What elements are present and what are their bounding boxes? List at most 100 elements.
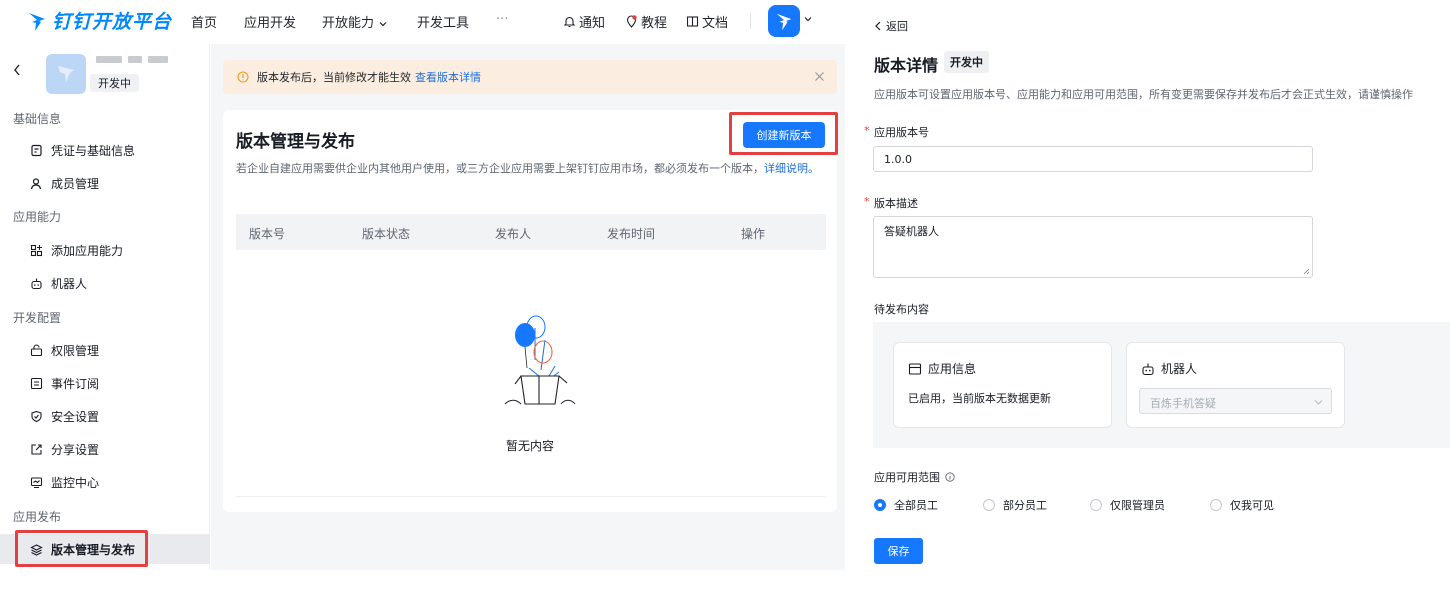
- radio-checked-icon: [874, 499, 886, 511]
- back-button[interactable]: 返回: [874, 18, 908, 34]
- sidebar-item-robot[interactable]: 机器人: [30, 275, 87, 292]
- nav-home[interactable]: 首页: [191, 12, 217, 31]
- logo[interactable]: 钉钉开放平台: [28, 7, 172, 34]
- chevron-left-icon: [875, 21, 881, 31]
- nav-open-capability[interactable]: 开放能力: [322, 12, 388, 31]
- event-icon: [30, 377, 43, 390]
- robot-select[interactable]: 百炼手机答疑: [1139, 388, 1332, 414]
- main-content: 版本发布后，当前修改才能生效 查看版本详情 版本管理与发布 创建新版本 若企业自…: [211, 44, 845, 570]
- notice-link[interactable]: 查看版本详情: [415, 69, 481, 85]
- user-avatar[interactable]: [768, 5, 800, 37]
- required-mark: *: [864, 124, 870, 137]
- dingtalk-avatar-icon: [776, 13, 792, 31]
- table-header: 版本号 版本状态 发布人 发布时间 操作: [236, 214, 826, 250]
- sidebar-item-monitor[interactable]: 监控中心: [30, 474, 99, 491]
- robot-icon: [1142, 363, 1154, 375]
- column-header: 操作: [741, 227, 766, 241]
- robot-select-value: 百炼手机答疑: [1150, 397, 1216, 410]
- nav-docs-label: 文档: [702, 16, 729, 31]
- nav-open-capability-label: 开放能力: [322, 16, 375, 31]
- scope-option-label: 仅我可见: [1230, 499, 1274, 512]
- sidebar-item-member[interactable]: 成员管理: [30, 175, 99, 192]
- version-number-input[interactable]: 1.0.0: [873, 146, 1313, 172]
- nav-divider: [750, 13, 751, 29]
- empty-balloon-box-illustration: [504, 315, 576, 405]
- version-description-textarea[interactable]: 答疑机器人: [873, 216, 1313, 278]
- sidebar-item-label: 分享设置: [51, 443, 100, 457]
- monitor-icon: [30, 477, 43, 489]
- nav-tutorial[interactable]: 教程: [625, 12, 667, 31]
- scope-option-partial[interactable]: 部分员工: [983, 497, 1090, 513]
- save-button[interactable]: 保存: [874, 538, 923, 564]
- section-app-capability: 应用能力: [13, 210, 62, 224]
- scope-option-self[interactable]: 仅我可见: [1210, 497, 1274, 513]
- detail-description: 应用版本可设置应用版本号、应用能力和应用可用范围，所有变更需要保存并发布后才会正…: [874, 88, 1413, 101]
- top-navbar: 钉钉开放平台 首页 应用开发 开放能力 开发工具 ··· 通知 教程 文档: [0, 0, 845, 44]
- robot-icon: [31, 278, 42, 290]
- chevron-down-icon[interactable]: [803, 14, 813, 24]
- sidebar-item-add-capability[interactable]: 添加应用能力: [30, 242, 123, 259]
- sidebar-item-label: 监控中心: [51, 476, 100, 490]
- chevron-down-icon: [379, 21, 387, 26]
- shield-icon: [31, 410, 42, 423]
- scope-option-label: 全部员工: [894, 499, 938, 512]
- sidebar-item-label: 安全设置: [51, 410, 100, 424]
- radio-unchecked-icon: [983, 499, 995, 511]
- scope-option-all[interactable]: 全部员工: [874, 497, 983, 513]
- resize-grip-icon[interactable]: [1303, 268, 1310, 275]
- window-icon: [908, 362, 922, 375]
- card-title: 版本管理与发布: [236, 132, 355, 152]
- radio-unchecked-icon: [1090, 499, 1102, 511]
- scope-radio-group: 全部员工 部分员工 仅限管理员 仅我可见: [874, 497, 1274, 513]
- scope-option-label: 仅限管理员: [1110, 499, 1165, 512]
- dingtalk-logo-icon: [29, 12, 45, 31]
- column-header: 版本号: [249, 227, 286, 241]
- app-name-redacted: [96, 56, 168, 63]
- required-mark: *: [864, 195, 870, 208]
- nav-app-dev[interactable]: 应用开发: [244, 12, 296, 31]
- nav-notify[interactable]: 通知: [563, 12, 605, 31]
- version-description-value: 答疑机器人: [884, 225, 939, 238]
- member-icon: [30, 178, 42, 190]
- sidebar-item-label: 事件订阅: [51, 377, 100, 391]
- sidebar-item-credential[interactable]: 凭证与基础信息: [30, 142, 135, 159]
- card-description: 若企业自建应用需要供企业内其他用户使用，或三方企业应用需要上架钉钉应用市场，都必…: [236, 160, 828, 177]
- nav-tutorial-label: 教程: [641, 16, 668, 31]
- info-circle-icon[interactable]: [945, 472, 955, 482]
- nav-docs[interactable]: 文档: [686, 12, 728, 31]
- console-panel: 钉钉开放平台 首页 应用开发 开放能力 开发工具 ··· 通知 教程 文档 开发…: [0, 0, 845, 570]
- column-header: 发布时间: [607, 227, 656, 241]
- location-pin-icon: [626, 15, 637, 28]
- credential-icon: [31, 144, 42, 157]
- version-detail-panel: 返回 版本详情 开发中 应用版本可设置应用版本号、应用能力和应用可用范围，所有变…: [855, 0, 1450, 575]
- column-header: 发布人: [495, 227, 532, 241]
- grid-add-icon: [30, 244, 43, 257]
- pending-content-area: 应用信息 已启用，当前版本无数据更新 机器人 百炼手机答疑: [873, 322, 1450, 448]
- sidebar-item-permission[interactable]: 权限管理: [30, 342, 99, 359]
- section-dev-config: 开发配置: [13, 311, 62, 325]
- notice-banner: 版本发布后，当前修改才能生效 查看版本详情: [223, 60, 837, 94]
- chevron-down-icon: [1314, 400, 1323, 405]
- back-label: 返回: [886, 20, 908, 33]
- detail-status-badge: 开发中: [944, 51, 989, 73]
- section-basic-info: 基础信息: [13, 112, 62, 126]
- scope-option-admin[interactable]: 仅限管理员: [1090, 497, 1210, 513]
- version-number-label: 应用版本号: [874, 126, 929, 139]
- nav-notify-label: 通知: [579, 16, 606, 31]
- detail-title: 版本详情: [874, 56, 939, 75]
- share-icon: [31, 444, 42, 455]
- info-icon: [237, 71, 249, 83]
- sidebar-item-event[interactable]: 事件订阅: [30, 375, 99, 392]
- nav-more[interactable]: ···: [496, 12, 508, 27]
- back-arrow-icon[interactable]: [12, 63, 22, 77]
- close-icon[interactable]: [814, 71, 825, 82]
- column-header: 版本状态: [362, 227, 411, 241]
- app-info-card-text: 已启用，当前版本无数据更新: [908, 392, 1051, 405]
- nav-dev-tools[interactable]: 开发工具: [417, 12, 469, 31]
- sidebar-item-label: 权限管理: [51, 344, 100, 358]
- sidebar-item-security[interactable]: 安全设置: [30, 408, 99, 425]
- sidebar-item-label: 机器人: [51, 277, 88, 291]
- highlight-box-create: [729, 112, 838, 155]
- detail-link[interactable]: 详细说明。: [764, 162, 819, 175]
- sidebar-item-share[interactable]: 分享设置: [30, 441, 99, 458]
